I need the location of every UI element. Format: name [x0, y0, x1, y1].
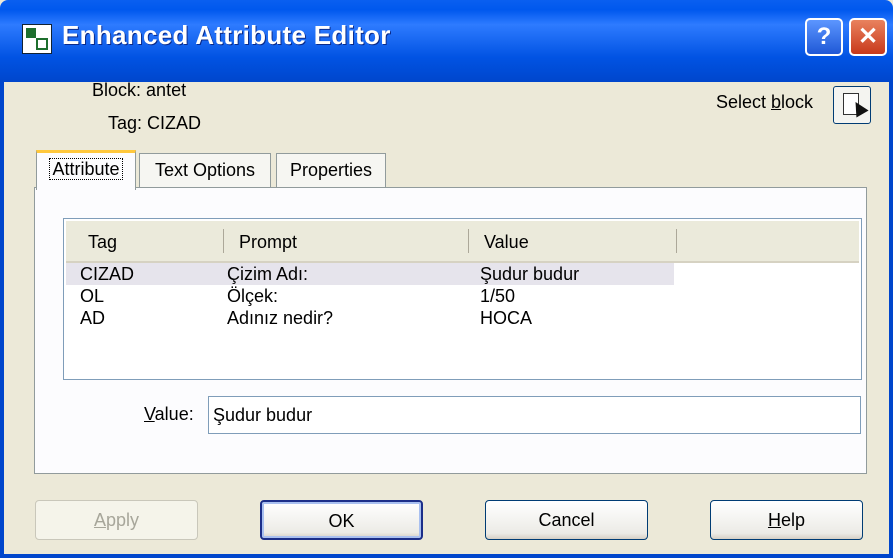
- column-header-value[interactable]: Value: [474, 221, 674, 261]
- window-frame-left: [0, 82, 4, 558]
- list-header: Tag Prompt Value: [66, 221, 859, 263]
- title-bar[interactable]: Enhanced Attribute Editor ? ✕: [0, 0, 893, 82]
- cell-tag: OL: [80, 286, 105, 306]
- value-input[interactable]: [208, 396, 861, 434]
- cell-value: Şudur budur: [480, 264, 580, 284]
- tag-info: Tag: CIZAD: [108, 113, 201, 134]
- tag-label: Tag:: [108, 113, 143, 133]
- cell-tag: AD: [80, 308, 106, 328]
- block-value: antet: [146, 80, 187, 100]
- apply-button[interactable]: Apply: [35, 500, 198, 540]
- app-icon: [22, 24, 52, 54]
- table-row[interactable]: OL Ölçek: 1/50: [66, 285, 674, 307]
- window-title: Enhanced Attribute Editor: [62, 20, 391, 50]
- tag-value: CIZAD: [147, 113, 202, 133]
- select-block-label: Select block: [715, 92, 813, 112]
- cell-prompt: Adınız nedir?: [227, 308, 334, 328]
- ok-button[interactable]: OK: [260, 500, 423, 540]
- close-button[interactable]: ✕: [849, 18, 887, 56]
- help-dialog-button[interactable]: Help: [710, 500, 863, 540]
- tab-text-options[interactable]: Text Options: [139, 153, 271, 187]
- column-header-prompt[interactable]: Prompt: [229, 221, 469, 261]
- tab-attribute[interactable]: Attribute: [36, 150, 136, 190]
- block-label: Block:: [92, 80, 142, 100]
- attribute-list[interactable]: Tag Prompt Value CIZAD Çizim Adı: Şudur …: [63, 218, 862, 380]
- window-frame-right: [889, 82, 893, 558]
- select-block-button[interactable]: [833, 86, 871, 124]
- cell-value: HOCA: [480, 308, 533, 328]
- cell-prompt: Ölçek:: [227, 286, 279, 306]
- help-button[interactable]: ?: [805, 18, 843, 56]
- block-info: Block: antet: [92, 80, 186, 101]
- table-row[interactable]: CIZAD Çizim Adı: Şudur budur: [66, 263, 674, 285]
- tab-properties[interactable]: Properties: [276, 153, 386, 187]
- cell-prompt: Çizim Adı:: [227, 264, 309, 284]
- cell-tag: CIZAD: [80, 264, 134, 284]
- cancel-button[interactable]: Cancel: [485, 500, 648, 540]
- column-header-tag[interactable]: Tag: [78, 221, 218, 261]
- window-frame-bottom: [0, 554, 893, 558]
- cell-value: 1/50: [480, 286, 516, 306]
- value-label: Value:: [144, 404, 194, 424]
- table-row[interactable]: AD Adınız nedir? HOCA: [66, 307, 674, 329]
